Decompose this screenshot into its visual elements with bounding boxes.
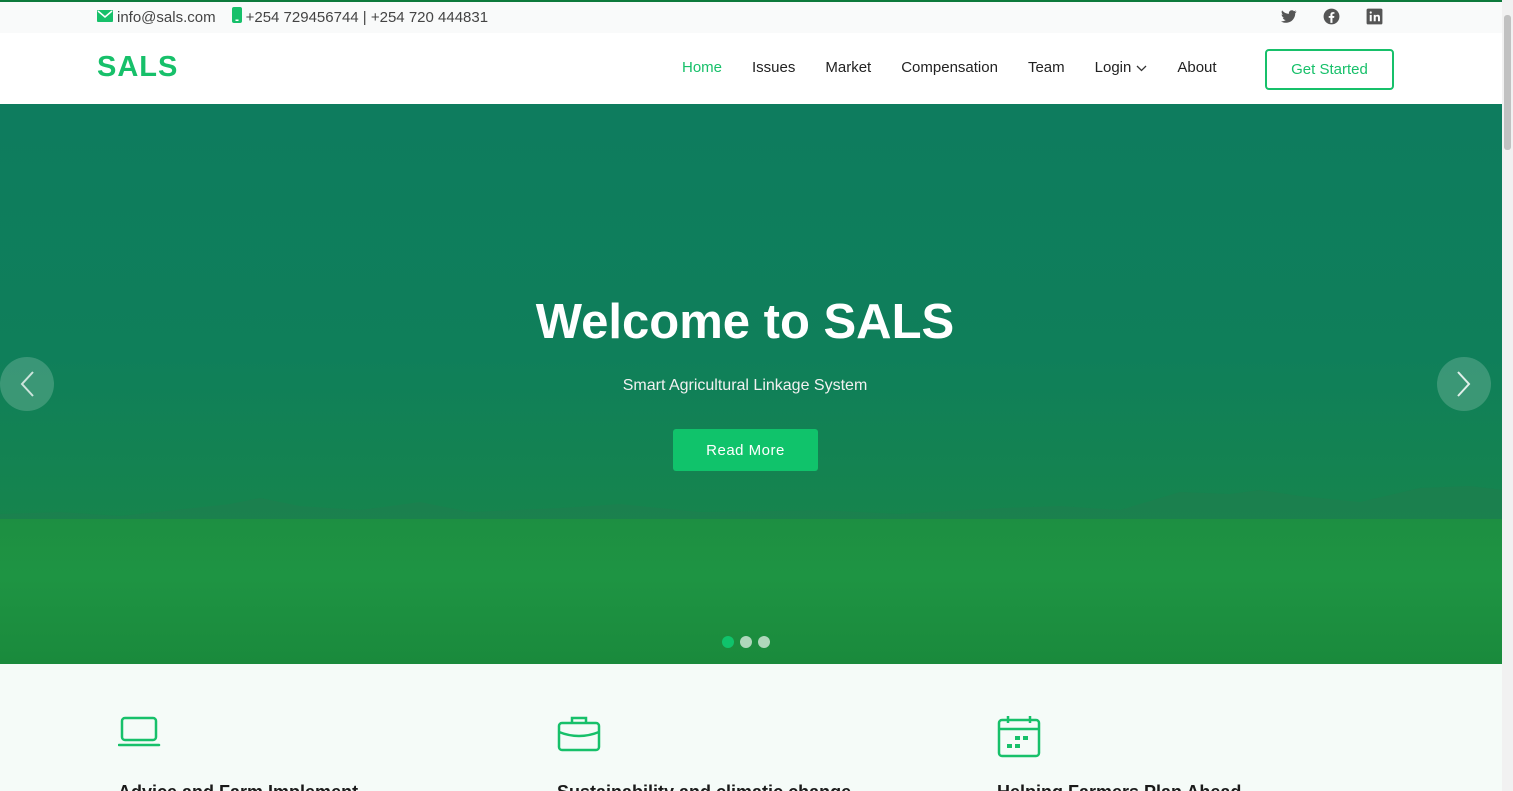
email-link[interactable]: info@sals.com	[117, 9, 216, 26]
main-navbar: SALS Home Issues Market Compensation Tea…	[0, 33, 1502, 104]
page-scrollbar[interactable]	[1502, 0, 1513, 791]
hero-carousel: Welcome to SALS Smart Agricultural Linka…	[0, 104, 1502, 664]
site-logo[interactable]: SALS	[97, 51, 178, 84]
feature-card: Helping Farmers Plan Ahead	[997, 714, 1377, 791]
carousel-dot-2[interactable]	[740, 636, 752, 648]
phone-numbers: +254 729456744 | +254 720 444831	[245, 8, 489, 26]
scrollbar-thumb[interactable]	[1504, 15, 1511, 150]
phone-icon	[231, 7, 242, 27]
nav-item-issues[interactable]: Issues	[752, 59, 795, 76]
carousel-dot-1[interactable]	[722, 636, 734, 648]
feature-title: Helping Farmers Plan Ahead	[997, 782, 1377, 791]
top-contact-bar: info@sals.com +254 729456744 | +254 720 …	[0, 0, 1502, 33]
nav-item-home[interactable]: Home	[682, 59, 722, 76]
linkedin-icon[interactable]	[1365, 7, 1384, 26]
social-links	[1279, 7, 1384, 26]
nav-item-team[interactable]: Team	[1028, 59, 1065, 76]
nav-item-market[interactable]: Market	[825, 59, 871, 76]
contact-info: info@sals.com +254 729456744 | +254 720 …	[97, 7, 488, 27]
hero-title: Welcome to SALS	[535, 295, 955, 349]
carousel-dot-3[interactable]	[758, 636, 770, 648]
nav-item-about[interactable]: About	[1177, 59, 1216, 76]
feature-title: Sustainability and climatic change	[557, 782, 937, 791]
calendar-icon	[997, 714, 1041, 758]
nav-item-login-label: Login	[1094, 59, 1132, 76]
chevron-down-icon	[1136, 59, 1147, 76]
envelope-icon	[97, 9, 113, 26]
feature-title: Advice and Farm Implement	[118, 782, 498, 791]
carousel-indicators	[722, 636, 770, 648]
laptop-icon	[117, 714, 162, 758]
skyline-decoration	[0, 486, 1502, 524]
nav-item-compensation[interactable]: Compensation	[901, 59, 998, 76]
briefcase-icon	[557, 714, 601, 758]
twitter-icon[interactable]	[1279, 7, 1298, 26]
get-started-button[interactable]: Get Started	[1265, 49, 1394, 90]
features-section: Advice and Farm Implement Sustainability…	[0, 664, 1502, 791]
nav-item-login[interactable]: Login	[1095, 59, 1148, 76]
facebook-icon[interactable]	[1322, 7, 1341, 26]
feature-card: Sustainability and climatic change	[557, 714, 937, 791]
read-more-button[interactable]: Read More	[673, 429, 818, 471]
hero-subtitle: Smart Agricultural Linkage System	[622, 377, 868, 394]
nav-menu: Home Issues Market Compensation Team Log…	[682, 59, 1247, 76]
feature-card: Advice and Farm Implement	[117, 714, 498, 791]
